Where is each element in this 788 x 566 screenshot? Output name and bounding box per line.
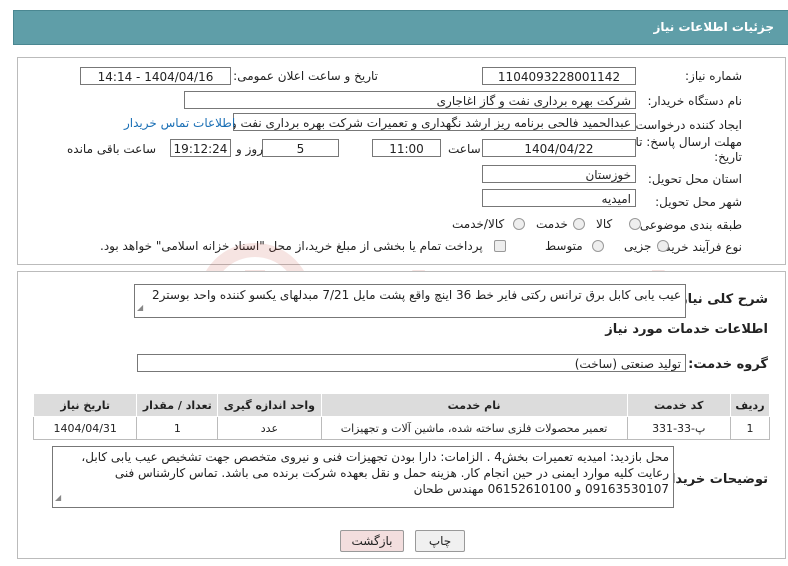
process-radio-minor[interactable] <box>657 240 669 252</box>
cell-quantity: 1 <box>136 416 219 440</box>
province-field: خوزستان <box>482 165 636 183</box>
col-service-name: نام خدمت <box>320 393 628 417</box>
service-group-label: گروه خدمت: <box>688 357 768 372</box>
summary-label: شرح کلی نیاز: <box>674 292 768 307</box>
category-option-goods-service: کالا/خدمت <box>452 217 505 231</box>
process-radio-medium[interactable] <box>592 240 604 252</box>
announce-label: تاریخ و ساعت اعلان عمومی: <box>233 69 378 83</box>
category-radio-service[interactable] <box>573 218 585 230</box>
deadline-label-line2: تاریخ: <box>714 150 742 164</box>
services-table: ردیف کد خدمت نام خدمت واحد اندازه گیری ت… <box>32 393 771 440</box>
page-header: جزئیات اطلاعات نیاز <box>13 10 788 45</box>
print-button[interactable]: چاپ <box>415 530 465 552</box>
deadline-time-field: 11:00 <box>372 139 441 157</box>
remaining-label: ساعت باقی مانده <box>67 142 157 156</box>
requester-label: ایجاد کننده درخواست: <box>631 118 742 132</box>
buyer-label: نام دستگاه خریدار: <box>647 94 743 108</box>
page-title: جزئیات اطلاعات نیاز <box>653 20 774 34</box>
process-label: نوع فرآیند خرید : <box>657 240 742 254</box>
col-unit: واحد اندازه گیری <box>217 393 322 417</box>
col-need-date: تاریخ نیاز <box>32 393 138 417</box>
process-option-medium: متوسط <box>545 239 583 253</box>
services-section-title: اطلاعات خدمات مورد نیاز <box>605 322 768 337</box>
category-label: طبقه بندی موضوعی: <box>635 218 742 232</box>
back-button[interactable]: بازگشت <box>340 530 404 552</box>
details-panel <box>17 57 786 265</box>
category-radio-goods[interactable] <box>629 218 641 230</box>
cell-need-date: 1404/04/31 <box>32 416 138 440</box>
buyer-notes-label: توضیحات خریدار: <box>658 472 768 487</box>
province-label: استان محل تحویل: <box>647 172 742 186</box>
category-option-goods: کالا <box>596 217 613 231</box>
category-option-service: خدمت <box>536 217 568 231</box>
days-field: 5 <box>262 139 339 157</box>
deadline-label-line1: مهلت ارسال پاسخ: تا <box>635 135 742 149</box>
remaining-time-field: 19:12:24 <box>170 139 231 157</box>
deadline-date-field: 1404/04/22 <box>482 139 636 157</box>
cell-row: 1 <box>729 416 771 440</box>
cell-service-name: تعمیر محصولات فلزی ساخته شده، ماشین آلات… <box>320 416 628 440</box>
treasury-payment-note: پرداخت تمام یا بخشی از مبلغ خرید،از محل … <box>100 239 483 253</box>
city-field: امیدیه <box>482 189 636 207</box>
buyer-field: شرکت بهره برداری نفت و گاز اغاجاری <box>184 91 636 109</box>
col-service-code: کد خدمت <box>626 393 731 417</box>
col-quantity: تعداد / مقدار <box>136 393 219 417</box>
buyer-notes-text: محل بازدید: امیدیه تعمیرات بخش4 . الزاما… <box>52 446 674 508</box>
cell-unit: عدد <box>217 416 322 440</box>
table-row: 1 پ-33-331 تعمیر محصولات فلزی ساخته شده،… <box>32 416 771 440</box>
summary-text: عیب یابی کابل برق ترانس رکتی فایر خط 36 … <box>134 284 686 318</box>
resize-grip-icon[interactable]: ◢ <box>55 490 61 506</box>
process-option-minor: جزیی <box>624 239 652 253</box>
col-row: ردیف <box>729 393 771 417</box>
buyer-notes-content: محل بازدید: امیدیه تعمیرات بخش4 . الزاما… <box>81 450 669 496</box>
category-radio-goods-service[interactable] <box>513 218 525 230</box>
summary-text-content: عیب یابی کابل برق ترانس رکتی فایر خط 36 … <box>151 288 681 302</box>
table-header-row: ردیف کد خدمت نام خدمت واحد اندازه گیری ت… <box>32 393 771 417</box>
buyer-contact-link[interactable]: اطلاعات تماس خریدار <box>124 116 235 130</box>
need-number-label: شماره نیاز: <box>685 69 742 83</box>
time-label: ساعت <box>448 142 481 156</box>
treasury-payment-checkbox[interactable] <box>494 240 506 252</box>
service-group-field: تولید صنعتی (ساخت) <box>137 354 686 372</box>
requester-field: عبدالحمید فالحی برنامه ریز ارشد نگهداری … <box>233 113 636 131</box>
need-number-field: 1104093228001142 <box>482 67 636 85</box>
announce-date-field: 1404/04/16 - 14:14 <box>80 67 231 85</box>
cell-service-code: پ-33-331 <box>626 416 731 440</box>
days-label: روز و <box>236 142 263 156</box>
resize-grip-icon[interactable]: ◢ <box>137 300 143 316</box>
city-label: شهر محل تحویل: <box>655 195 742 209</box>
